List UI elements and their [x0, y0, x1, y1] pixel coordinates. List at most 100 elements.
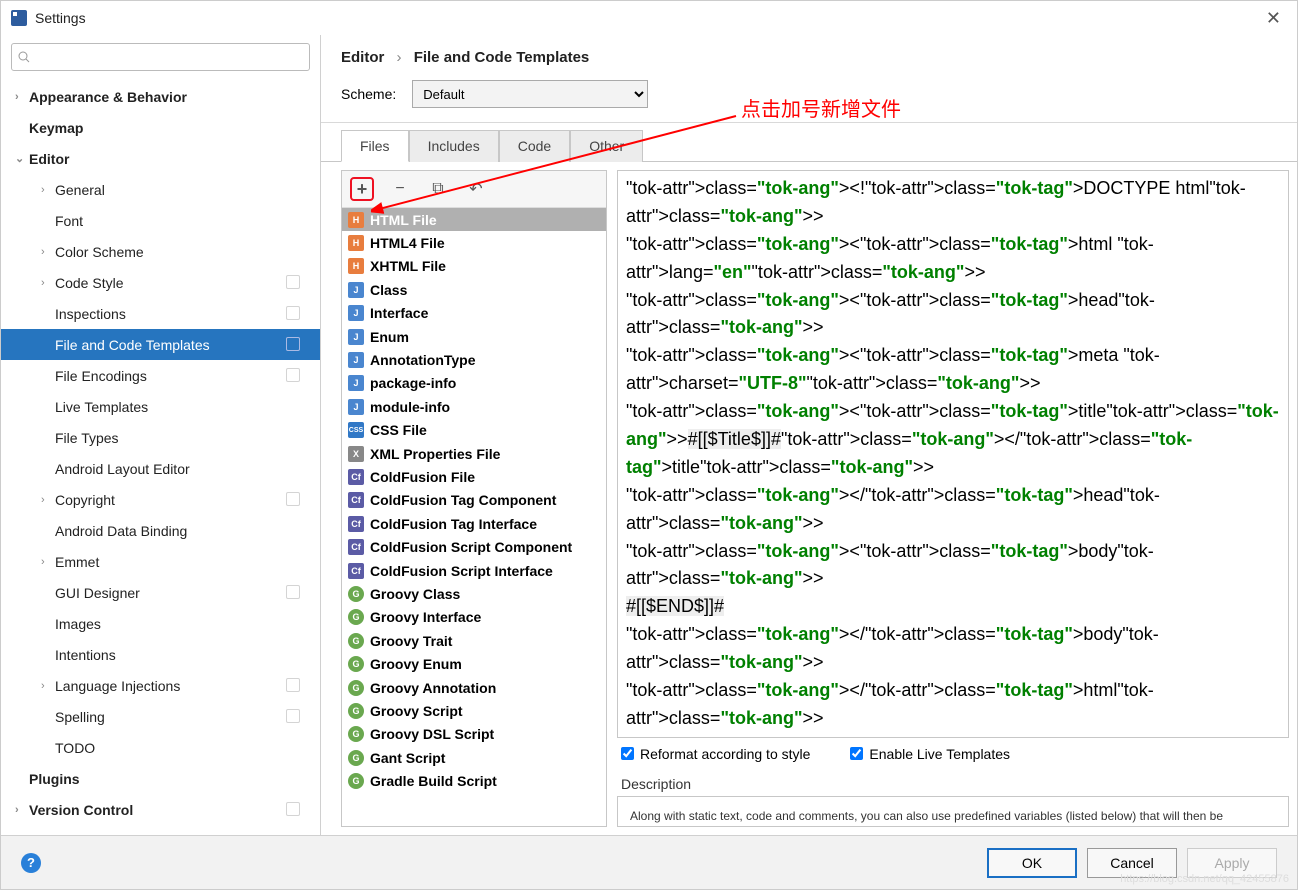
sidebar-item-general[interactable]: ›General	[1, 174, 320, 205]
filetype-icon: G	[348, 609, 364, 625]
sidebar-item-file-types[interactable]: File Types	[1, 422, 320, 453]
sidebar-item-label: Inspections	[55, 306, 126, 322]
sidebar-item-color-scheme[interactable]: ›Color Scheme	[1, 236, 320, 267]
template-list[interactable]: HHTML FileHHTML4 FileHXHTML FileJClassJI…	[342, 208, 606, 826]
template-item[interactable]: HHTML4 File	[342, 231, 606, 254]
reformat-checkbox[interactable]: Reformat according to style	[621, 746, 810, 762]
sidebar-item-emmet[interactable]: ›Emmet	[1, 546, 320, 577]
tab-code[interactable]: Code	[499, 130, 570, 162]
template-item[interactable]: GGroovy DSL Script	[342, 723, 606, 746]
tab-files[interactable]: Files	[341, 130, 409, 162]
sidebar-item-file-and-code-templates[interactable]: File and Code Templates	[1, 329, 320, 360]
sidebar-item-version-control[interactable]: ›Version Control	[1, 794, 320, 825]
sidebar-item-live-templates[interactable]: Live Templates	[1, 391, 320, 422]
template-item[interactable]: G Groovy Interface	[342, 606, 606, 629]
sidebar-item-copyright[interactable]: ›Copyright	[1, 484, 320, 515]
template-item[interactable]: JClass	[342, 278, 606, 301]
template-item[interactable]: CfColdFusion Tag Interface	[342, 512, 606, 535]
template-toolbar: + − ⧉ ↶	[342, 171, 606, 208]
sidebar-item-appearance-behavior[interactable]: ›Appearance & Behavior	[1, 81, 320, 112]
sidebar-item-label: File Types	[55, 430, 119, 446]
project-badge-icon	[286, 275, 300, 289]
template-item[interactable]: GGradle Build Script	[342, 769, 606, 792]
app-icon	[11, 10, 27, 26]
template-item[interactable]: CSSCSS File	[342, 419, 606, 442]
add-button[interactable]: +	[350, 177, 374, 201]
settings-tree: ›Appearance & BehaviorKeymap⌄Editor›Gene…	[1, 79, 320, 835]
template-item[interactable]: CfColdFusion Script Interface	[342, 559, 606, 582]
sidebar-item-label: Plugins	[29, 771, 80, 787]
filetype-icon: CSS	[348, 422, 364, 438]
filetype-icon: H	[348, 235, 364, 251]
filetype-icon: J	[348, 375, 364, 391]
tab-other[interactable]: Other	[570, 130, 643, 162]
template-item[interactable]: XXML Properties File	[342, 442, 606, 465]
watermark: https://blog.csdn.net/qq_42455876	[1120, 873, 1289, 885]
template-item-label: package-info	[370, 375, 456, 391]
template-item[interactable]: GGroovy Annotation	[342, 676, 606, 699]
template-item[interactable]: HHTML File	[342, 208, 606, 231]
sidebar-item-language-injections[interactable]: ›Language Injections	[1, 670, 320, 701]
template-item[interactable]: GGroovy Class	[342, 582, 606, 605]
sidebar-item-label: File and Code Templates	[55, 337, 210, 353]
template-item[interactable]: JInterface	[342, 302, 606, 325]
template-item[interactable]: Jmodule-info	[342, 395, 606, 418]
sidebar-item-spelling[interactable]: Spelling	[1, 701, 320, 732]
template-item-label: ColdFusion Tag Component	[370, 492, 556, 508]
template-item-label: Groovy Interface	[370, 609, 481, 625]
template-item[interactable]: JEnum	[342, 325, 606, 348]
window-title: Settings	[35, 10, 1260, 26]
sidebar-item-code-style[interactable]: ›Code Style	[1, 267, 320, 298]
live-templates-checkbox[interactable]: Enable Live Templates	[850, 746, 1010, 762]
sidebar-item-android-data-binding[interactable]: Android Data Binding	[1, 515, 320, 546]
template-item[interactable]: CfColdFusion Tag Component	[342, 489, 606, 512]
sidebar-item-intentions[interactable]: Intentions	[1, 639, 320, 670]
template-item[interactable]: GGroovy Script	[342, 699, 606, 722]
scheme-label: Scheme:	[341, 86, 396, 102]
sidebar-item-label: Color Scheme	[55, 244, 144, 260]
breadcrumb-editor[interactable]: Editor	[341, 49, 384, 66]
scheme-select[interactable]: Default	[412, 80, 648, 108]
filetype-icon: Cf	[348, 539, 364, 555]
sidebar-item-editor[interactable]: ⌄Editor	[1, 143, 320, 174]
copy-button[interactable]: ⧉	[426, 177, 450, 201]
sidebar-item-images[interactable]: Images	[1, 608, 320, 639]
filetype-icon: H	[348, 258, 364, 274]
sidebar-item-file-encodings[interactable]: File Encodings	[1, 360, 320, 391]
sidebar-item-inspections[interactable]: Inspections	[1, 298, 320, 329]
sidebar-item-todo[interactable]: TODO	[1, 732, 320, 763]
template-item[interactable]: CfColdFusion File	[342, 465, 606, 488]
help-button[interactable]: ?	[21, 853, 41, 873]
expand-icon: ›	[15, 91, 29, 103]
template-item[interactable]: GGant Script	[342, 746, 606, 769]
search-input[interactable]	[11, 43, 310, 71]
code-editor[interactable]: "tok-attr">class="tok-ang"><!"tok-attr">…	[617, 170, 1289, 738]
sidebar: ›Appearance & BehaviorKeymap⌄Editor›Gene…	[1, 35, 321, 835]
sidebar-item-android-layout-editor[interactable]: Android Layout Editor	[1, 453, 320, 484]
filetype-icon: G	[348, 773, 364, 789]
remove-button[interactable]: −	[388, 177, 412, 201]
sidebar-item-gui-designer[interactable]: GUI Designer	[1, 577, 320, 608]
sidebar-item-label: Images	[55, 616, 101, 632]
template-item-label: Groovy Script	[370, 703, 463, 719]
template-item[interactable]: JAnnotationType	[342, 348, 606, 371]
tabs: FilesIncludesCodeOther	[321, 129, 1297, 162]
sidebar-item-label: TODO	[55, 740, 95, 756]
filetype-icon: J	[348, 282, 364, 298]
sidebar-item-label: Emmet	[55, 554, 99, 570]
undo-icon[interactable]: ↶	[464, 177, 488, 201]
template-item[interactable]: HXHTML File	[342, 255, 606, 278]
sidebar-item-label: Copyright	[55, 492, 115, 508]
filetype-icon: G	[348, 750, 364, 766]
template-item[interactable]: GGroovy Trait	[342, 629, 606, 652]
sidebar-item-plugins[interactable]: Plugins	[1, 763, 320, 794]
tab-includes[interactable]: Includes	[409, 130, 499, 162]
project-badge-icon	[286, 802, 300, 816]
template-item[interactable]: CfColdFusion Script Component	[342, 535, 606, 558]
ok-button[interactable]: OK	[987, 848, 1077, 878]
template-item[interactable]: GGroovy Enum	[342, 652, 606, 675]
sidebar-item-keymap[interactable]: Keymap	[1, 112, 320, 143]
sidebar-item-font[interactable]: Font	[1, 205, 320, 236]
template-item[interactable]: Jpackage-info	[342, 372, 606, 395]
close-icon[interactable]: ✕	[1260, 8, 1287, 29]
